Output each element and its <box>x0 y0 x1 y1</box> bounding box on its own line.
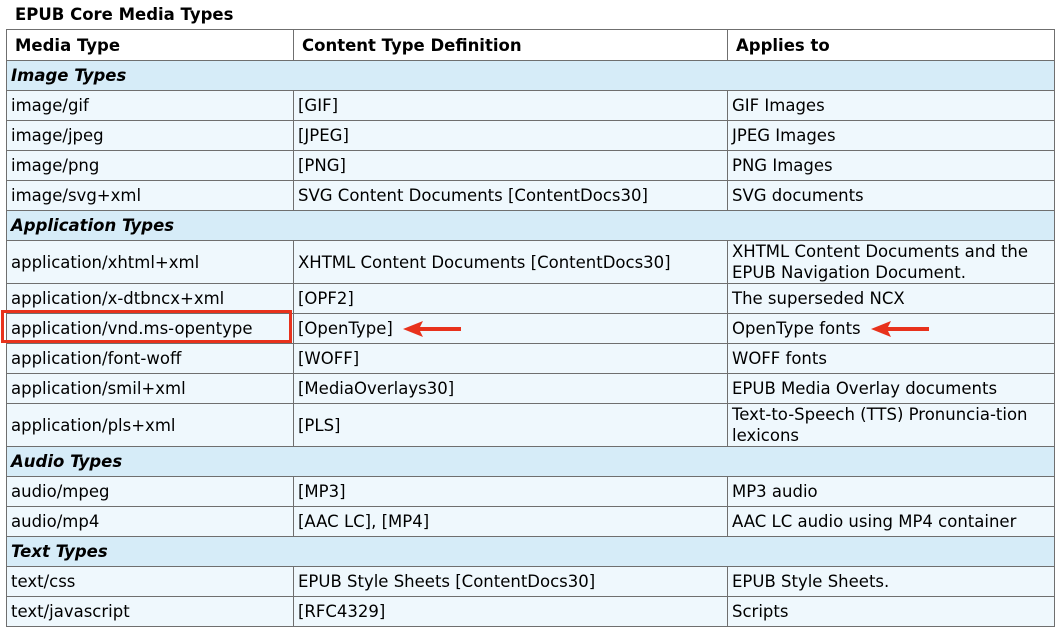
left-arrow-icon <box>402 320 461 337</box>
applies-cell: WOFF fonts <box>727 343 1055 374</box>
applies-cell: EPUB Media Overlay documents <box>727 373 1055 404</box>
definition-cell: [MediaOverlays30] <box>293 373 728 404</box>
applies-cell: Text-to-Speech (TTS) Pronuncia-tion lexi… <box>727 403 1055 447</box>
definition-cell: [JPEG] <box>293 120 728 151</box>
media-type-cell: application/smil+xml <box>6 373 294 404</box>
definition-cell: SVG Content Documents [ContentDocs30] <box>293 180 728 211</box>
definition-cell: [OpenType] <box>293 313 728 344</box>
applies-cell: GIF Images <box>727 90 1055 121</box>
definition-with-arrow: [OpenType] <box>298 319 463 338</box>
group-title: Application Types <box>6 210 1055 241</box>
table-row: application/x-dtbncx+xml [OPF2] The supe… <box>6 283 1055 314</box>
table-row: text/javascript [RFC4329] Scripts <box>6 596 1055 627</box>
definition-cell: [AAC LC], [MP4] <box>293 506 728 537</box>
group-title: Text Types <box>6 536 1055 567</box>
left-arrow-icon <box>870 320 929 337</box>
group-title: Image Types <box>6 60 1055 91</box>
applies-text: Text-to-Speech (TTS) Pronuncia-tion lexi… <box>732 405 1028 445</box>
table-row: audio/mpeg [MP3] MP3 audio <box>6 476 1055 507</box>
media-type-cell: text/css <box>6 566 294 597</box>
media-type-cell: application/font-woff <box>6 343 294 374</box>
group-row-text-types: Text Types <box>6 536 1055 567</box>
applies-cell: PNG Images <box>727 150 1055 181</box>
applies-text: OpenType fonts <box>732 319 861 338</box>
table-row: text/css EPUB Style Sheets [ContentDocs3… <box>6 566 1055 597</box>
header-row: Media Type Content Type Definition Appli… <box>6 29 1055 61</box>
definition-cell: [RFC4329] <box>293 596 728 627</box>
table-row: application/smil+xml [MediaOverlays30] E… <box>6 373 1055 404</box>
media-type-cell: audio/mp4 <box>6 506 294 537</box>
applies-cell: AAC LC audio using MP4 container <box>727 506 1055 537</box>
media-type-cell: application/xhtml+xml <box>6 240 294 284</box>
media-types-table: Media Type Content Type Definition Appli… <box>6 29 1055 627</box>
table-row: application/font-woff [WOFF] WOFF fonts <box>6 343 1055 374</box>
media-type-cell: image/jpeg <box>6 120 294 151</box>
applies-cell: JPEG Images <box>727 120 1055 151</box>
table-row: image/png [PNG] PNG Images <box>6 150 1055 181</box>
definition-cell: [PLS] <box>293 403 728 447</box>
group-row-image-types: Image Types <box>6 60 1055 91</box>
header-applies-to: Applies to <box>727 29 1055 61</box>
definition-cell: [OPF2] <box>293 283 728 314</box>
table-caption: EPUB Core Media Types <box>15 5 234 24</box>
media-type-cell: application/x-dtbncx+xml <box>6 283 294 314</box>
table-row: image/jpeg [JPEG] JPEG Images <box>6 120 1055 151</box>
media-type-cell: audio/mpeg <box>6 476 294 507</box>
header-media-type: Media Type <box>6 29 294 61</box>
definition-cell: EPUB Style Sheets [ContentDocs30] <box>293 566 728 597</box>
media-type-cell: image/png <box>6 150 294 181</box>
media-type-cell: image/svg+xml <box>6 180 294 211</box>
applies-cell: XHTML Content Documents and the EPUB Nav… <box>727 240 1055 284</box>
applies-cell: SVG documents <box>727 180 1055 211</box>
definition-cell: XHTML Content Documents [ContentDocs30] <box>293 240 728 284</box>
applies-cell: The superseded NCX <box>727 283 1055 314</box>
applies-text: XHTML Content Documents and the EPUB Nav… <box>732 242 1029 282</box>
group-row-audio-types: Audio Types <box>6 446 1055 477</box>
media-type-cell: application/vnd.ms-opentype <box>6 313 294 344</box>
table-row: application/xhtml+xml XHTML Content Docu… <box>6 240 1055 284</box>
table-row: image/gif [GIF] GIF Images <box>6 90 1055 121</box>
definition-cell: [WOFF] <box>293 343 728 374</box>
media-type-cell: text/javascript <box>6 596 294 627</box>
group-row-application-types: Application Types <box>6 210 1055 241</box>
media-type-cell: image/gif <box>6 90 294 121</box>
definition-text: [OpenType] <box>298 319 393 338</box>
definition-cell: [GIF] <box>293 90 728 121</box>
table-row-highlighted: application/vnd.ms-opentype [OpenType] O… <box>6 313 1055 344</box>
applies-cell: MP3 audio <box>727 476 1055 507</box>
applies-cell: Scripts <box>727 596 1055 627</box>
header-definition: Content Type Definition <box>293 29 728 61</box>
table-row: application/pls+xml [PLS] Text-to-Speech… <box>6 403 1055 447</box>
definition-cell: [PNG] <box>293 150 728 181</box>
media-type-cell: application/pls+xml <box>6 403 294 447</box>
table-row: audio/mp4 [AAC LC], [MP4] AAC LC audio u… <box>6 506 1055 537</box>
table-row: image/svg+xml SVG Content Documents [Con… <box>6 180 1055 211</box>
definition-cell: [MP3] <box>293 476 728 507</box>
applies-with-arrow: OpenType fonts <box>732 319 931 338</box>
group-title: Audio Types <box>6 446 1055 477</box>
applies-cell: EPUB Style Sheets. <box>727 566 1055 597</box>
applies-cell: OpenType fonts <box>727 313 1055 344</box>
